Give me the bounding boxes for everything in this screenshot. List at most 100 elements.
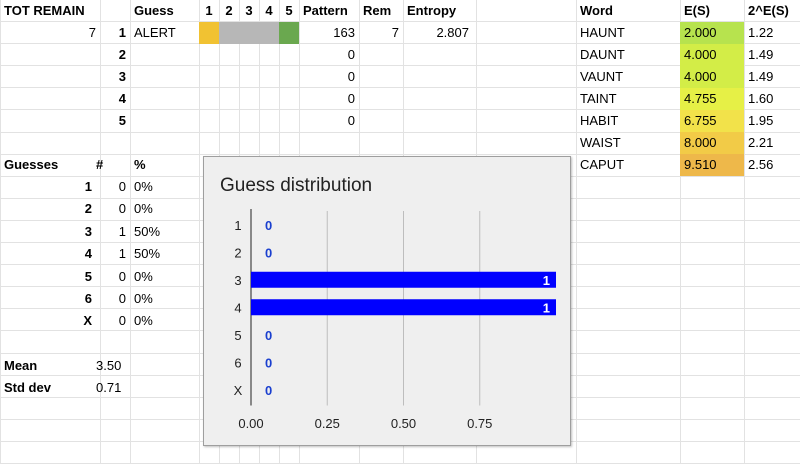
guess-row-number[interactable]: 4 xyxy=(100,88,130,110)
stats-guess-label[interactable]: 1 xyxy=(0,176,96,198)
guess-tile-1[interactable] xyxy=(199,22,219,44)
candidate-pow[interactable]: 1.60 xyxy=(744,88,800,110)
guess-row-number[interactable]: 3 xyxy=(100,66,130,88)
entropy-cell[interactable] xyxy=(403,66,473,88)
header-count[interactable]: # xyxy=(92,154,128,176)
candidate-word[interactable]: HAUNT xyxy=(576,22,680,44)
candidate-es[interactable]: 2.000 xyxy=(680,22,744,44)
guess-word-cell[interactable] xyxy=(130,88,198,110)
guess-tile-4[interactable] xyxy=(259,22,279,44)
rem-cell[interactable]: 7 xyxy=(359,22,403,44)
stats-pct[interactable]: 0% xyxy=(130,198,190,220)
chart-data-label: 0 xyxy=(265,328,272,343)
candidate-pow[interactable]: 1.49 xyxy=(744,44,800,66)
entropy-cell[interactable] xyxy=(403,44,473,66)
candidate-es[interactable]: 4.000 xyxy=(680,66,744,88)
chart-data-label: 0 xyxy=(265,245,272,260)
guess-tile-2[interactable] xyxy=(219,22,239,44)
stats-pct[interactable]: 0% xyxy=(130,176,190,198)
candidate-es[interactable]: 8.000 xyxy=(680,132,744,154)
stats-guess-label[interactable]: 5 xyxy=(0,266,96,288)
std-dev-label[interactable]: Std dev xyxy=(0,377,90,399)
stats-count[interactable]: 0 xyxy=(96,288,130,310)
candidate-es[interactable]: 4.000 xyxy=(680,44,744,66)
header-entropy[interactable]: Entropy xyxy=(403,0,473,22)
pattern-cell[interactable]: 0 xyxy=(299,88,359,110)
stats-guess-label[interactable]: X xyxy=(0,310,96,332)
stats-pct[interactable]: 0% xyxy=(130,266,190,288)
candidate-word[interactable]: DAUNT xyxy=(576,44,680,66)
pattern-cell[interactable]: 0 xyxy=(299,66,359,88)
candidate-word[interactable]: WAIST xyxy=(576,132,680,154)
header-rem[interactable]: Rem xyxy=(359,0,403,22)
candidate-word[interactable]: VAUNT xyxy=(576,66,680,88)
stats-guess-label[interactable]: 4 xyxy=(0,243,96,265)
guess-word-cell[interactable] xyxy=(130,44,198,66)
stats-guess-label[interactable]: 6 xyxy=(0,288,96,310)
chart-data-label: 0 xyxy=(265,383,272,398)
stats-count[interactable]: 0 xyxy=(96,310,130,332)
header-col-4[interactable]: 4 xyxy=(259,0,279,22)
guess-row-number[interactable]: 2 xyxy=(100,44,130,66)
entropy-cell[interactable] xyxy=(403,110,473,132)
guess-tile-3[interactable] xyxy=(239,22,259,44)
header-col-5[interactable]: 5 xyxy=(279,0,299,22)
candidate-es[interactable]: 9.510 xyxy=(680,154,744,176)
guess-distribution-chart[interactable]: Guess distribution 0.00 0.25 0.50 0.75 1 0 2 0 3… xyxy=(203,156,571,446)
tot-remain-value[interactable]: 7 xyxy=(0,22,100,44)
header-col-3[interactable]: 3 xyxy=(239,0,259,22)
stats-guess-label[interactable]: 3 xyxy=(0,221,96,243)
chart-data-label: 1 xyxy=(543,273,550,288)
pattern-cell[interactable]: 0 xyxy=(299,110,359,132)
guess-word-cell[interactable] xyxy=(130,66,198,88)
header-col-1[interactable]: 1 xyxy=(199,0,219,22)
stats-count[interactable]: 1 xyxy=(96,221,130,243)
stats-pct[interactable]: 0% xyxy=(130,310,190,332)
stats-count[interactable]: 0 xyxy=(96,266,130,288)
header-guesses[interactable]: Guesses xyxy=(0,154,90,176)
candidate-word[interactable]: CAPUT xyxy=(576,154,680,176)
pattern-cell[interactable]: 163 xyxy=(299,22,359,44)
guess-tile-5[interactable] xyxy=(279,22,299,44)
candidate-pow[interactable]: 1.49 xyxy=(744,66,800,88)
chart-bar xyxy=(251,299,556,316)
candidate-pow[interactable]: 2.21 xyxy=(744,132,800,154)
candidate-pow[interactable]: 1.22 xyxy=(744,22,800,44)
stats-count[interactable]: 0 xyxy=(96,176,130,198)
header-guess[interactable]: Guess xyxy=(130,0,198,22)
entropy-cell[interactable] xyxy=(403,88,473,110)
pattern-cell[interactable]: 0 xyxy=(299,44,359,66)
guess-row-number[interactable]: 5 xyxy=(100,110,130,132)
header-word[interactable]: Word xyxy=(576,0,676,22)
stats-pct[interactable]: 50% xyxy=(130,221,190,243)
entropy-cell[interactable]: 2.807 xyxy=(403,22,473,44)
rem-cell[interactable] xyxy=(359,110,403,132)
stats-pct[interactable]: 0% xyxy=(130,288,190,310)
candidate-es[interactable]: 4.755 xyxy=(680,88,744,110)
rem-cell[interactable] xyxy=(359,88,403,110)
stats-count[interactable]: 0 xyxy=(96,198,130,220)
rem-cell[interactable] xyxy=(359,44,403,66)
candidate-word[interactable]: HABIT xyxy=(576,110,680,132)
stats-count[interactable]: 1 xyxy=(96,243,130,265)
candidate-es[interactable]: 6.755 xyxy=(680,110,744,132)
header-es[interactable]: E(S) xyxy=(680,0,744,22)
header-col-2[interactable]: 2 xyxy=(219,0,239,22)
stats-pct[interactable]: 50% xyxy=(130,243,190,265)
rem-cell[interactable] xyxy=(359,66,403,88)
candidate-pow[interactable]: 1.95 xyxy=(744,110,800,132)
header-pattern[interactable]: Pattern xyxy=(299,0,359,22)
guess-row-number[interactable]: 1 xyxy=(100,22,130,44)
header-pct[interactable]: % xyxy=(130,154,190,176)
header-tot-remain[interactable]: TOT REMAIN xyxy=(0,0,100,22)
std-dev-value[interactable]: 0.71 xyxy=(92,377,130,399)
guess-word-cell[interactable] xyxy=(130,110,198,132)
candidate-word[interactable]: TAINT xyxy=(576,88,680,110)
stats-guess-label[interactable]: 2 xyxy=(0,198,96,220)
guess-word-cell[interactable]: ALERT xyxy=(130,22,198,44)
chart-bar xyxy=(251,271,556,288)
mean-value[interactable]: 3.50 xyxy=(92,355,130,377)
header-pow[interactable]: 2^E(S) xyxy=(744,0,800,22)
mean-label[interactable]: Mean xyxy=(0,355,90,377)
candidate-pow[interactable]: 2.56 xyxy=(744,154,800,176)
